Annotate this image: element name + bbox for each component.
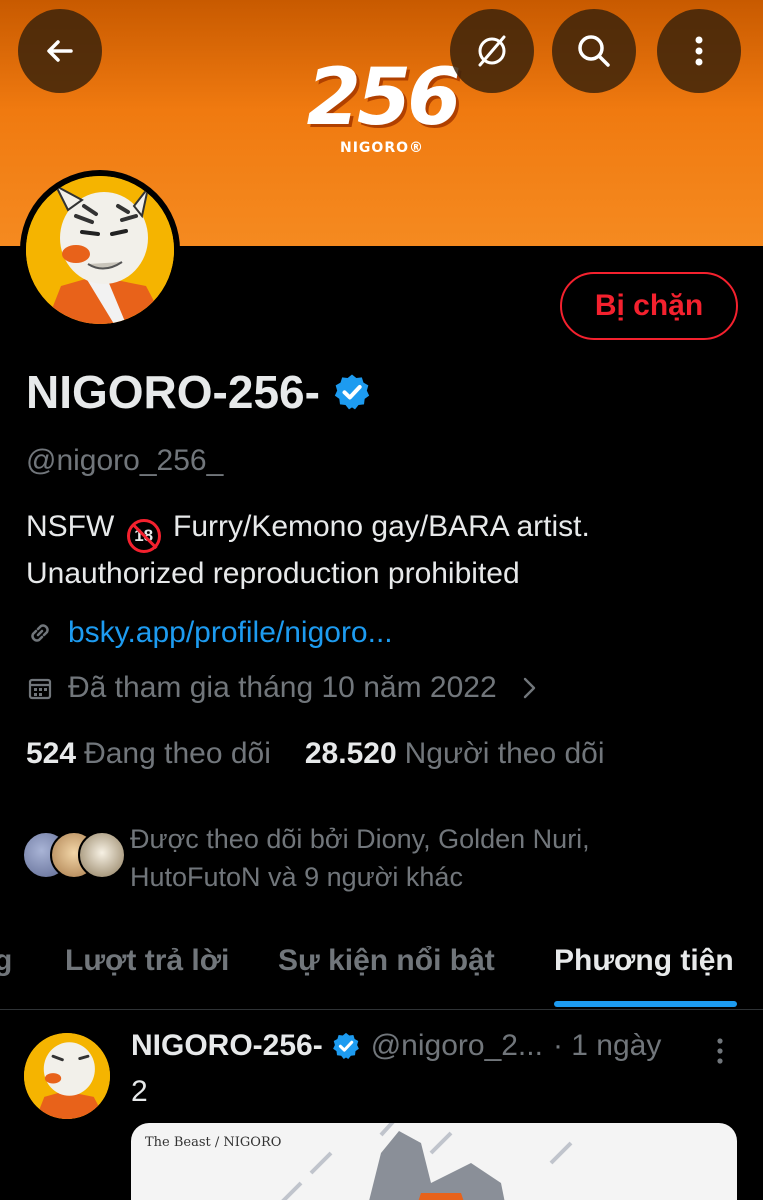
banner-logo: 256 NIGORO® bbox=[302, 58, 462, 170]
followers-label: Người theo dõi bbox=[404, 737, 605, 770]
banner-logo-number: 256 bbox=[306, 53, 462, 143]
tiger-avatar-image bbox=[26, 176, 174, 324]
post-item[interactable]: NIGORO-256- @nigoro_2... · 1 ngày 2 The … bbox=[0, 1011, 763, 1200]
active-tab-indicator bbox=[554, 1001, 737, 1007]
search-icon bbox=[578, 35, 610, 67]
search-button[interactable] bbox=[552, 9, 636, 93]
blocked-button[interactable]: Bị chặn bbox=[560, 272, 738, 340]
no-under-18-icon: 18 bbox=[126, 519, 161, 553]
calendar-icon bbox=[28, 678, 52, 700]
follower-avatar bbox=[78, 831, 126, 879]
followers-stat[interactable]: 28.520 Người theo dõi bbox=[305, 737, 605, 771]
tab-replies[interactable]: Lượt trả lời bbox=[65, 944, 229, 978]
post-author-handle: @nigoro_2... bbox=[370, 1029, 543, 1062]
followed-by-row[interactable]: Được theo dõi bởi Diony, Golden Nuri, Hu… bbox=[22, 820, 650, 896]
profile-display-name: NIGORO-256- bbox=[26, 365, 372, 419]
followed-by-text: Được theo dõi bởi Diony, Golden Nuri, Hu… bbox=[130, 824, 590, 892]
verified-badge-icon bbox=[332, 1032, 359, 1059]
profile-handle: @nigoro_256_ bbox=[26, 444, 224, 477]
media-caption: The Beast / NIGORO bbox=[145, 1135, 282, 1150]
eye-slash-icon bbox=[478, 35, 506, 67]
chevron-right-icon bbox=[523, 677, 535, 699]
more-vertical-icon bbox=[695, 36, 703, 66]
tab-highlights[interactable]: Sự kiện nổi bật bbox=[278, 944, 495, 978]
following-count: 524 bbox=[26, 737, 77, 770]
more-options-button[interactable] bbox=[657, 9, 741, 93]
verified-badge-icon[interactable] bbox=[332, 372, 372, 412]
more-vertical-icon[interactable] bbox=[712, 1035, 728, 1067]
back-button[interactable] bbox=[18, 9, 102, 93]
post-header: NIGORO-256- @nigoro_2... · 1 ngày bbox=[131, 1029, 661, 1063]
joined-date: Đã tham gia tháng 10 năm 2022 bbox=[68, 671, 497, 704]
profile-link[interactable]: bsky.app/profile/nigoro... bbox=[68, 616, 393, 650]
arrow-left-icon bbox=[47, 40, 73, 62]
joined-date-row[interactable]: Đã tham gia tháng 10 năm 2022 bbox=[26, 671, 543, 705]
hide-button[interactable] bbox=[450, 9, 534, 93]
profile-link-row[interactable]: bsky.app/profile/nigoro... bbox=[26, 616, 393, 650]
followers-count: 28.520 bbox=[304, 737, 397, 770]
profile-stats: 524 Đang theo dõi 28.520 Người theo dõi bbox=[26, 737, 605, 771]
post-text: 2 bbox=[131, 1075, 148, 1108]
tab-highlights-partial[interactable]: g bbox=[0, 944, 12, 978]
follower-avatars bbox=[22, 827, 126, 883]
tab-media[interactable]: Phương tiện bbox=[554, 944, 734, 978]
profile-bio: NSFW 18 Furry/Kemono gay/BARA artist. Un… bbox=[26, 506, 736, 595]
following-stat[interactable]: 524 Đang theo dõi bbox=[26, 737, 271, 771]
post-media-image[interactable]: The Beast / NIGORO bbox=[131, 1123, 737, 1200]
profile-tabs: g Lượt trả lời Sự kiện nổi bật Phương ti… bbox=[0, 920, 763, 1010]
bio-text-start: NSFW bbox=[26, 510, 123, 543]
display-name-text: NIGORO-256- bbox=[26, 366, 320, 418]
post-author-avatar[interactable] bbox=[24, 1033, 110, 1119]
link-icon bbox=[31, 624, 49, 642]
profile-avatar[interactable] bbox=[20, 170, 180, 330]
post-author-name[interactable]: NIGORO-256- bbox=[131, 1029, 323, 1063]
following-label: Đang theo dõi bbox=[84, 737, 271, 770]
post-time: · 1 ngày bbox=[552, 1029, 662, 1062]
tiger-avatar-image bbox=[24, 1033, 110, 1119]
